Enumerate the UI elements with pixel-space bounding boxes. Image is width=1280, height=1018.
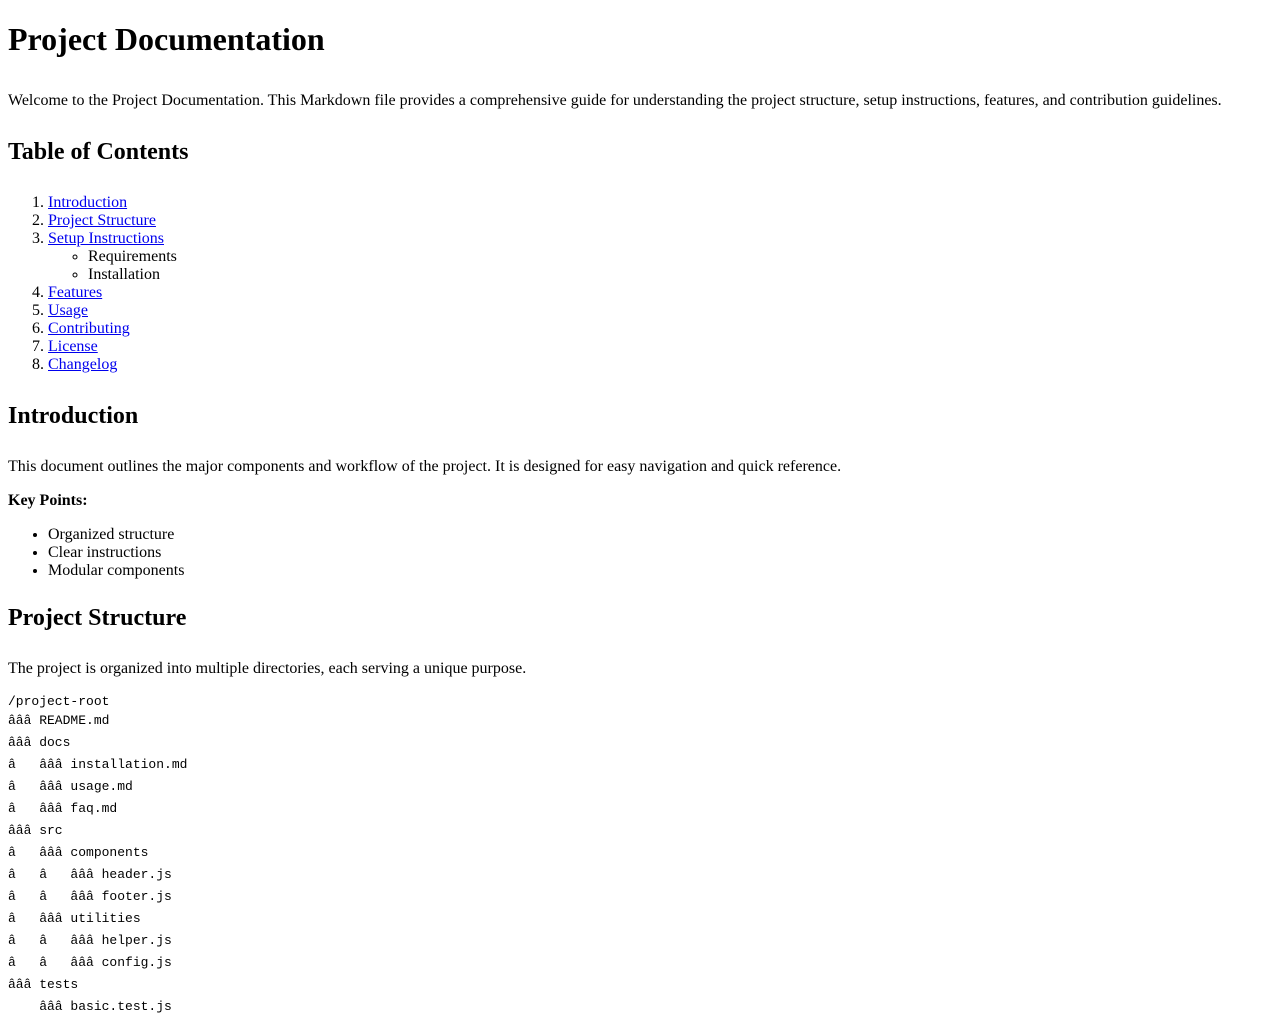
- key-point-item: Modular components: [48, 562, 1272, 580]
- toc-link-features[interactable]: Features: [48, 284, 102, 301]
- tree-line: â âââ faq.md: [8, 801, 118, 816]
- toc-link-license[interactable]: License: [48, 338, 98, 355]
- tree-line: â âââ utilities: [8, 911, 141, 926]
- toc-link-project-structure[interactable]: Project Structure: [48, 212, 156, 229]
- tree-line: â â âââ config.js: [8, 955, 172, 970]
- project-structure-paragraph: The project is organized into multiple d…: [8, 660, 527, 677]
- key-points-list: Organized structure Clear instructions M…: [8, 526, 1272, 580]
- toc-link-changelog[interactable]: Changelog: [48, 356, 117, 373]
- introduction-heading: Introduction: [8, 403, 139, 429]
- intro-paragraph: Welcome to the Project Documentation. Th…: [8, 92, 1222, 109]
- toc-list: Introduction Project Structure Setup Ins…: [8, 194, 1272, 374]
- toc-link-usage[interactable]: Usage: [48, 302, 88, 319]
- document-page: Project Documentation Welcome to the Pro…: [0, 21, 1280, 1018]
- tree-line: â â âââ footer.js: [8, 889, 172, 904]
- toc-link-introduction[interactable]: Introduction: [48, 194, 127, 211]
- key-point-item: Clear instructions: [48, 544, 1272, 562]
- tree-line: âââ src: [8, 823, 63, 838]
- tree-line: â âââ installation.md: [8, 757, 188, 772]
- project-structure-heading: Project Structure: [8, 605, 187, 631]
- toc-subitem-requirements: Requirements: [88, 248, 1272, 266]
- toc-item-project-structure: Project Structure: [48, 212, 1272, 230]
- tree-line: /project-root: [8, 694, 110, 709]
- toc-sublist-setup: Requirements Installation: [48, 248, 1272, 284]
- introduction-paragraph: This document outlines the major compone…: [8, 458, 842, 475]
- tree-line: âââ basic.test.js: [8, 999, 172, 1014]
- toc-item-contributing: Contributing: [48, 320, 1272, 338]
- tree-line: â â âââ helper.js: [8, 933, 172, 948]
- page-title: Project Documentation: [8, 21, 325, 57]
- key-point-item: Organized structure: [48, 526, 1272, 544]
- toc-item-setup-instructions: Setup Instructions Requirements Installa…: [48, 230, 1272, 284]
- toc-link-setup-instructions[interactable]: Setup Instructions: [48, 230, 164, 247]
- tree-line: âââ README.md: [8, 713, 110, 728]
- key-points-label: Key Points:: [8, 492, 88, 509]
- toc-item-usage: Usage: [48, 302, 1272, 320]
- tree-line: â â âââ header.js: [8, 867, 172, 882]
- tree-line: â âââ usage.md: [8, 779, 133, 794]
- directory-tree: /project-root âââ README.md âââ docs â âââ …: [8, 694, 1272, 1018]
- toc-link-contributing[interactable]: Contributing: [48, 320, 130, 337]
- tree-line: âââ tests: [8, 977, 79, 992]
- tree-line: â âââ components: [8, 845, 149, 860]
- toc-item-changelog: Changelog: [48, 356, 1272, 374]
- toc-item-license: License: [48, 338, 1272, 356]
- toc-heading: Table of Contents: [8, 139, 189, 165]
- toc-subitem-installation: Installation: [88, 266, 1272, 284]
- tree-line: âââ docs: [8, 735, 71, 750]
- toc-item-introduction: Introduction: [48, 194, 1272, 212]
- toc-item-features: Features: [48, 284, 1272, 302]
